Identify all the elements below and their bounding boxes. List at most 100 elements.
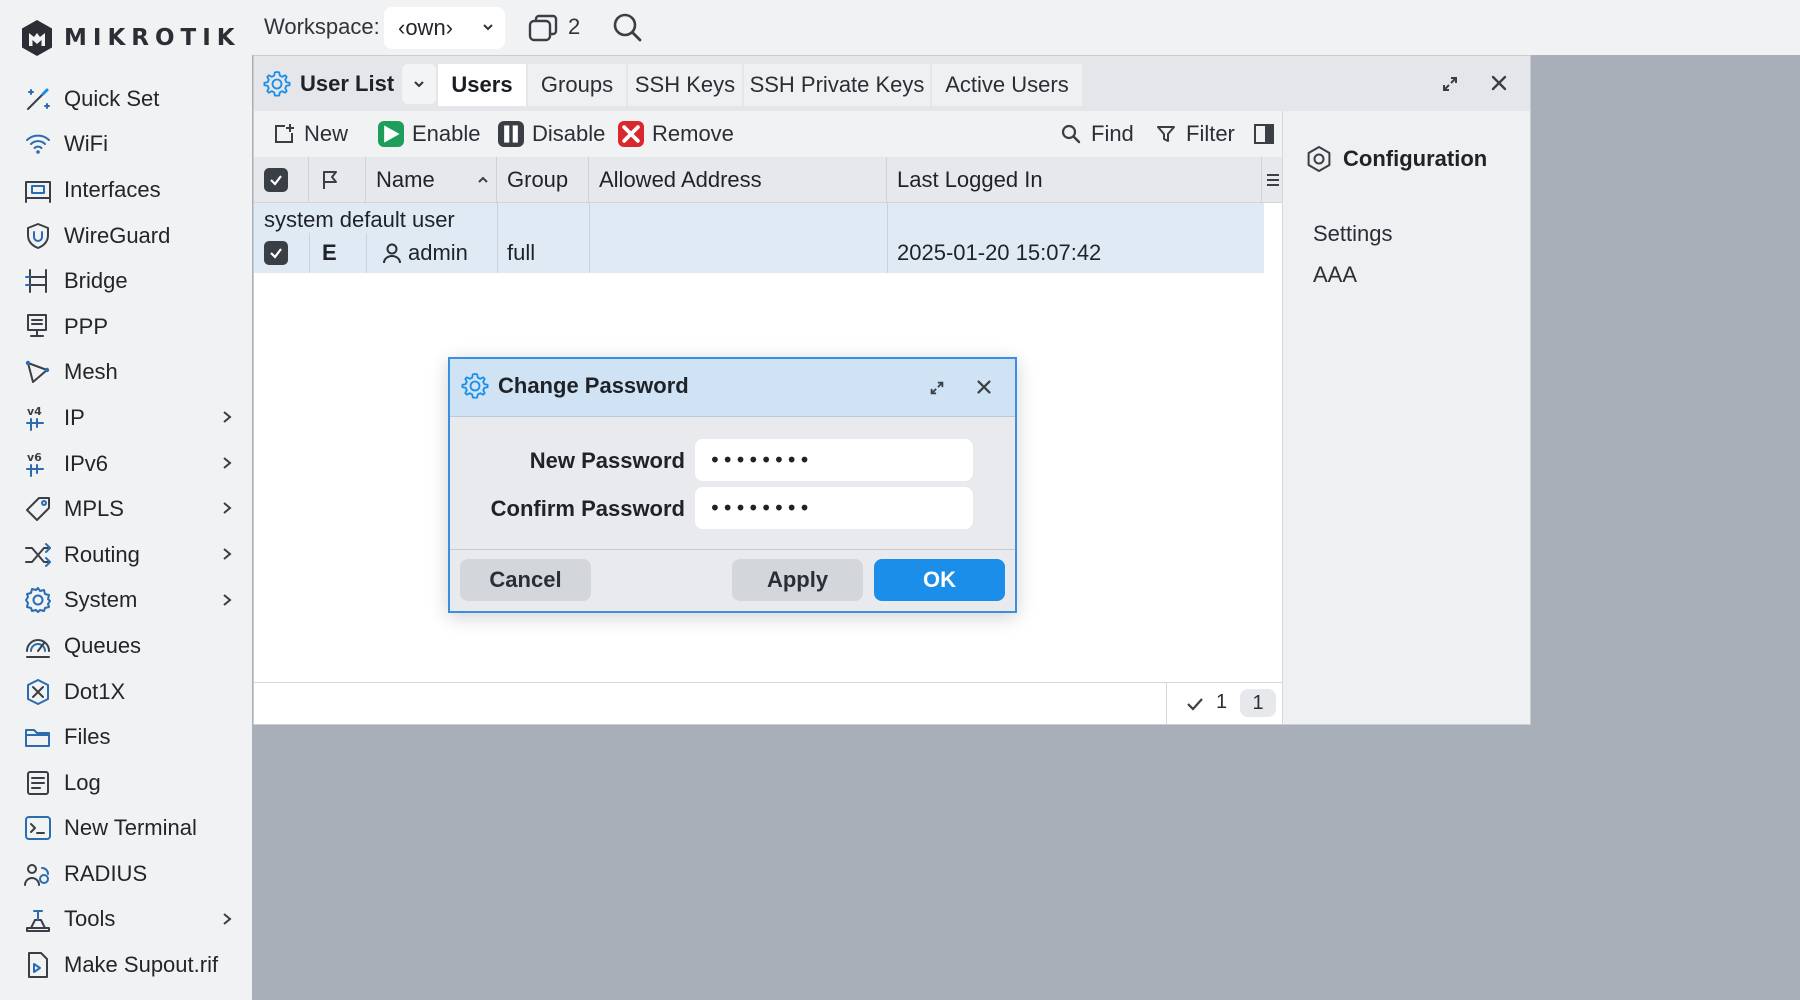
- tab-label: SSH Keys: [634, 72, 736, 97]
- sidebar-item-dot1x[interactable]: Dot1X: [0, 669, 252, 715]
- sidebar-item-radius[interactable]: RADIUS: [0, 851, 252, 897]
- last-logged-in-column-header[interactable]: Last Logged In: [887, 157, 1262, 203]
- filter-button[interactable]: Filter: [1154, 117, 1235, 151]
- dialog-header[interactable]: Change Password: [450, 359, 1015, 417]
- table-row[interactable]: system default user E admin full 2025-01…: [254, 203, 1264, 273]
- maximize-icon[interactable]: [1440, 74, 1460, 94]
- allowed-address-column-header[interactable]: Allowed Address: [589, 157, 887, 203]
- sidebar-item-label: WiFi: [64, 131, 108, 157]
- tab-users[interactable]: Users: [438, 64, 526, 106]
- wifi-icon: [22, 128, 54, 160]
- window-menu-button[interactable]: [402, 64, 436, 104]
- chevron-right-icon: [223, 456, 232, 469]
- sidebar-item-interfaces[interactable]: Interfaces: [0, 167, 252, 213]
- sidebar-item-new-terminal[interactable]: New Terminal: [0, 806, 252, 852]
- select-all-checkbox[interactable]: [264, 168, 288, 192]
- sidebar-item-mpls[interactable]: MPLS: [0, 486, 252, 532]
- sidebar-item-label: Interfaces: [64, 176, 161, 202]
- name-column-header[interactable]: Name: [366, 157, 497, 203]
- change-password-dialog: Change Password New Password Confirm Pas…: [448, 357, 1017, 613]
- sidebar-item-make-supout-rif[interactable]: Make Supout.rif: [0, 942, 252, 988]
- tab-groups[interactable]: Groups: [528, 64, 626, 106]
- interfaces-icon: [22, 174, 54, 206]
- sidebar-item-ip[interactable]: v4 IP: [0, 395, 252, 441]
- table-header: Name Group Allowed Address Last Logged I…: [254, 157, 1282, 203]
- search-icon[interactable]: [610, 10, 644, 44]
- check-icon: [1187, 698, 1203, 711]
- settings-link[interactable]: Settings: [1313, 221, 1393, 247]
- window-tab-bar: User List Users Groups SSH Keys SSH Priv…: [254, 56, 1530, 111]
- sidebar-item-tools[interactable]: Tools: [0, 897, 252, 943]
- sidebar-item-label: RADIUS: [64, 860, 148, 886]
- disable-button[interactable]: Disable: [498, 117, 605, 151]
- apply-button[interactable]: Apply: [732, 559, 863, 601]
- ok-button[interactable]: OK: [874, 559, 1005, 601]
- close-icon[interactable]: [1488, 72, 1510, 94]
- tab-label: SSH Private Keys: [749, 72, 925, 97]
- row-name-cell: admin: [382, 233, 468, 273]
- settings-icon: [1307, 146, 1331, 172]
- column-menu-icon[interactable]: [1266, 172, 1280, 188]
- sidebar-item-system[interactable]: System: [0, 578, 252, 624]
- filter-icon: [1157, 126, 1175, 142]
- play-icon: [378, 121, 404, 147]
- sidebar-item-files[interactable]: Files: [0, 714, 252, 760]
- sidebar-item-queues[interactable]: Queues: [0, 623, 252, 669]
- check-icon: [270, 248, 282, 259]
- sidebar-item-label: IPv6: [64, 450, 109, 476]
- sidebar-item-label: Tools: [64, 906, 116, 932]
- window-count: 2: [568, 14, 581, 39]
- sidebar-item-log[interactable]: Log: [0, 760, 252, 806]
- new-password-input[interactable]: [695, 439, 973, 481]
- flag-icon: [323, 171, 337, 189]
- remove-button[interactable]: Remove: [618, 117, 734, 151]
- windows-icon[interactable]: [526, 12, 560, 44]
- allowed-address-column-label: Allowed Address: [599, 167, 762, 192]
- toggle-panel-button[interactable]: [1252, 117, 1276, 151]
- sidebar-item-routing[interactable]: Routing: [0, 532, 252, 578]
- sidebar-item-bridge[interactable]: Bridge: [0, 258, 252, 304]
- maximize-icon[interactable]: [928, 379, 946, 397]
- tab-ssh-private-keys[interactable]: SSH Private Keys: [744, 64, 930, 106]
- confirm-password-input[interactable]: [695, 487, 973, 529]
- row-checkbox[interactable]: [264, 241, 288, 265]
- enable-button[interactable]: Enable: [378, 117, 481, 151]
- sidebar-item-ppp[interactable]: PPP: [0, 304, 252, 350]
- sidebar-item-label: WireGuard: [64, 222, 171, 248]
- new-button[interactable]: New: [272, 117, 348, 151]
- sidebar-item-label: System: [64, 587, 138, 613]
- gear-icon: [263, 71, 291, 97]
- top-bar: Workspace: ‹own› 2: [252, 0, 1800, 55]
- filter-label: Filter: [1186, 121, 1235, 146]
- sidebar-item-label: Make Supout.rif: [64, 952, 219, 978]
- find-button[interactable]: Find: [1059, 117, 1134, 151]
- workspace-select[interactable]: ‹own›: [384, 7, 505, 49]
- chevron-right-icon: [223, 502, 232, 515]
- row-checkbox-cell[interactable]: [264, 233, 288, 273]
- configuration-panel: Configuration Settings AAA: [1282, 111, 1530, 724]
- group-column-header[interactable]: Group: [497, 157, 589, 203]
- window-title-text: User List: [300, 71, 395, 96]
- sidebar-item-wifi[interactable]: WiFi: [0, 122, 252, 168]
- sidebar-item-quick-set[interactable]: Quick Set: [0, 76, 252, 122]
- sidebar-item-wireguard[interactable]: WireGuard: [0, 213, 252, 259]
- sidebar-item-ipv6[interactable]: v6 IPv6: [0, 441, 252, 487]
- chevron-right-icon: [223, 411, 232, 423]
- close-icon[interactable]: [974, 377, 994, 397]
- sidebar-item-mesh[interactable]: Mesh: [0, 350, 252, 396]
- status-divider: [1166, 683, 1167, 725]
- remove-icon: [618, 121, 644, 147]
- chevron-down-icon: [483, 24, 493, 31]
- cancel-button[interactable]: Cancel: [460, 559, 591, 601]
- select-all-column[interactable]: [254, 157, 309, 203]
- wireguard-icon: [22, 220, 54, 252]
- aaa-link[interactable]: AAA: [1313, 262, 1357, 288]
- disable-label: Disable: [532, 121, 606, 146]
- queues-icon: [22, 630, 54, 662]
- sidebar-item-label: Quick Set: [64, 85, 160, 111]
- flags-column-header[interactable]: [309, 157, 366, 203]
- tab-active-users[interactable]: Active Users: [932, 64, 1082, 106]
- remove-label: Remove: [652, 121, 734, 146]
- tab-ssh-keys[interactable]: SSH Keys: [628, 64, 742, 106]
- system-icon: [22, 584, 54, 616]
